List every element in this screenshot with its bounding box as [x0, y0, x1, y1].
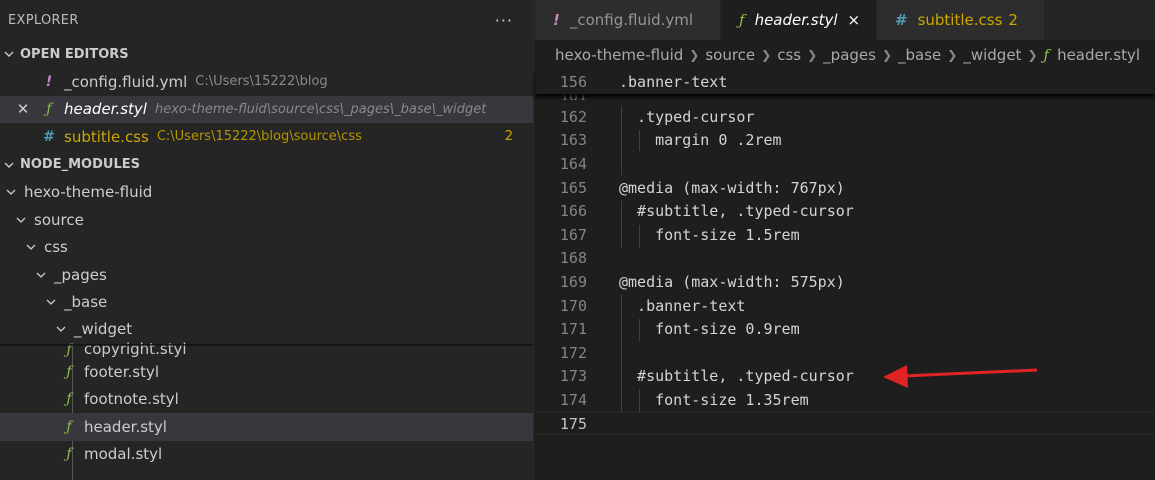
explorer-sidebar: EXPLORER ··· OPEN EDITORS ! _config.flui…	[0, 0, 534, 480]
problem-count-badge: 2	[504, 129, 513, 145]
tree-folder-css[interactable]: css	[0, 234, 533, 262]
chevron-down-icon	[34, 269, 48, 281]
css-file-icon: #	[43, 128, 55, 145]
file-name: header.styl	[84, 417, 167, 436]
arrow-shaft	[902, 368, 1038, 378]
open-editor-header-styl[interactable]: ✕ ƒ header.styl hexo-theme-fluid\source\…	[0, 95, 533, 123]
explorer-header: EXPLORER ···	[0, 0, 533, 40]
explorer-title: EXPLORER	[8, 12, 79, 28]
open-editor-name: header.styl	[64, 100, 147, 119]
open-editor-path: C:\Users\15222\blog	[195, 74, 328, 90]
close-icon[interactable]: ✕	[14, 100, 32, 118]
open-editors-label: OPEN EDITORS	[20, 46, 129, 62]
sticky-scroll-line[interactable]: 156 .banner-text	[535, 70, 1155, 94]
tree-folder-source[interactable]: source	[0, 206, 533, 234]
editor-area: ! _config.fluid.yml ƒ header.styl × # su…	[535, 0, 1155, 480]
folder-name: source	[34, 210, 84, 229]
open-editor-path: C:\Users\15222\blog\source\css	[156, 129, 362, 145]
styl-file-icon: ƒ	[66, 391, 72, 408]
open-editors-header[interactable]: OPEN EDITORS	[0, 40, 533, 68]
open-editor-name: _config.fluid.yml	[64, 72, 188, 91]
tree-file-footer-styl[interactable]: ƒ footer.styl	[0, 358, 533, 386]
arrow-head	[883, 365, 908, 388]
chevron-down-icon	[14, 214, 28, 226]
styl-file-icon: ƒ	[46, 101, 52, 118]
folder-name: _base	[64, 293, 108, 312]
folder-name: _pages	[54, 265, 107, 284]
tree-file-modal-styl[interactable]: ƒ modal.styl	[0, 441, 533, 469]
tree-file-footnote-styl[interactable]: ƒ footnote.styl	[0, 386, 533, 414]
line-number: 156	[559, 72, 587, 91]
file-name: footer.styl	[84, 362, 160, 381]
tree-folder-base[interactable]: _base	[0, 289, 533, 317]
styl-file-icon: ƒ	[66, 446, 72, 463]
node-modules-header[interactable]: NODE_MODULES	[0, 151, 533, 179]
code-text: .banner-text	[619, 72, 728, 91]
node-modules-label: NODE_MODULES	[20, 157, 140, 172]
tree-folder-widget[interactable]: _widget	[0, 316, 533, 342]
open-editor-subtitle-css[interactable]: # subtitle.css C:\Users\15222\blog\sourc…	[0, 123, 533, 151]
chevron-down-icon	[54, 323, 68, 335]
open-editor-config-fluid-yml[interactable]: ! _config.fluid.yml C:\Users\15222\blog	[0, 68, 533, 96]
file-name: modal.styl	[84, 445, 163, 464]
tree-folder-hexo-theme-fluid[interactable]: hexo-theme-fluid	[0, 179, 533, 207]
tree-folder-pages[interactable]: _pages	[0, 261, 533, 289]
chevron-down-icon	[24, 241, 38, 253]
tree-file-header-styl[interactable]: ƒ header.styl	[0, 413, 533, 441]
chevron-down-icon	[2, 159, 16, 171]
sticky-scroll-shadow	[0, 344, 533, 347]
folder-name: _widget	[74, 320, 133, 338]
folder-name: hexo-theme-fluid	[24, 183, 153, 202]
styl-file-icon: ƒ	[66, 363, 72, 380]
folder-name: css	[44, 238, 68, 257]
chevron-down-icon	[4, 186, 18, 198]
open-editor-name: subtitle.css	[64, 127, 149, 146]
chevron-down-icon	[2, 48, 16, 60]
styl-file-icon: ƒ	[66, 418, 72, 435]
ellipsis-icon[interactable]: ···	[495, 11, 513, 30]
yml-file-icon: !	[45, 73, 53, 90]
file-name: footnote.styl	[84, 390, 179, 409]
chevron-down-icon	[44, 296, 58, 308]
open-editor-path: hexo-theme-fluid\source\css\_pages\_base…	[154, 101, 487, 117]
